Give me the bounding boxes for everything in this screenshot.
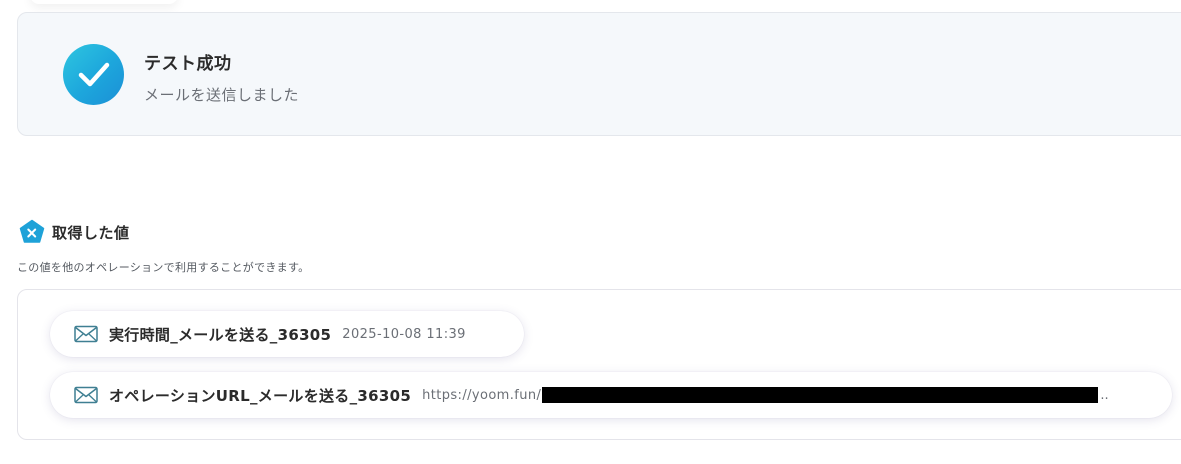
value-item-value: 2025-10-08 11:39 <box>342 326 466 342</box>
values-section-description: この値を他のオペレーションで利用することができます。 <box>17 261 310 274</box>
mail-icon <box>74 386 98 404</box>
truncation-ellipsis: .. <box>1100 387 1109 403</box>
test-success-card: テスト成功 メールを送信しました <box>17 12 1181 136</box>
redacted-block <box>542 387 1099 403</box>
value-item-value: https://yoom.fun/ <box>422 387 542 403</box>
value-item-execution-time[interactable]: 実行時間_メールを送る_36305 2025-10-08 11:39 <box>50 311 524 357</box>
mail-icon <box>74 325 98 343</box>
check-icon <box>63 44 124 105</box>
success-title: テスト成功 <box>144 54 232 74</box>
value-item-label: オペレーションURL_メールを送る_36305 <box>109 386 412 405</box>
value-item-label: 実行時間_メールを送る_36305 <box>109 325 332 344</box>
previous-card-edge <box>30 0 178 4</box>
value-item-operation-url[interactable]: オペレーションURL_メールを送る_36305 https://yoom.fun… <box>50 372 1172 418</box>
success-message: メールを送信しました <box>144 86 300 104</box>
values-section-header: 取得した値 <box>19 219 130 245</box>
pentagon-x-icon <box>19 219 45 245</box>
values-section-title: 取得した値 <box>52 223 130 242</box>
